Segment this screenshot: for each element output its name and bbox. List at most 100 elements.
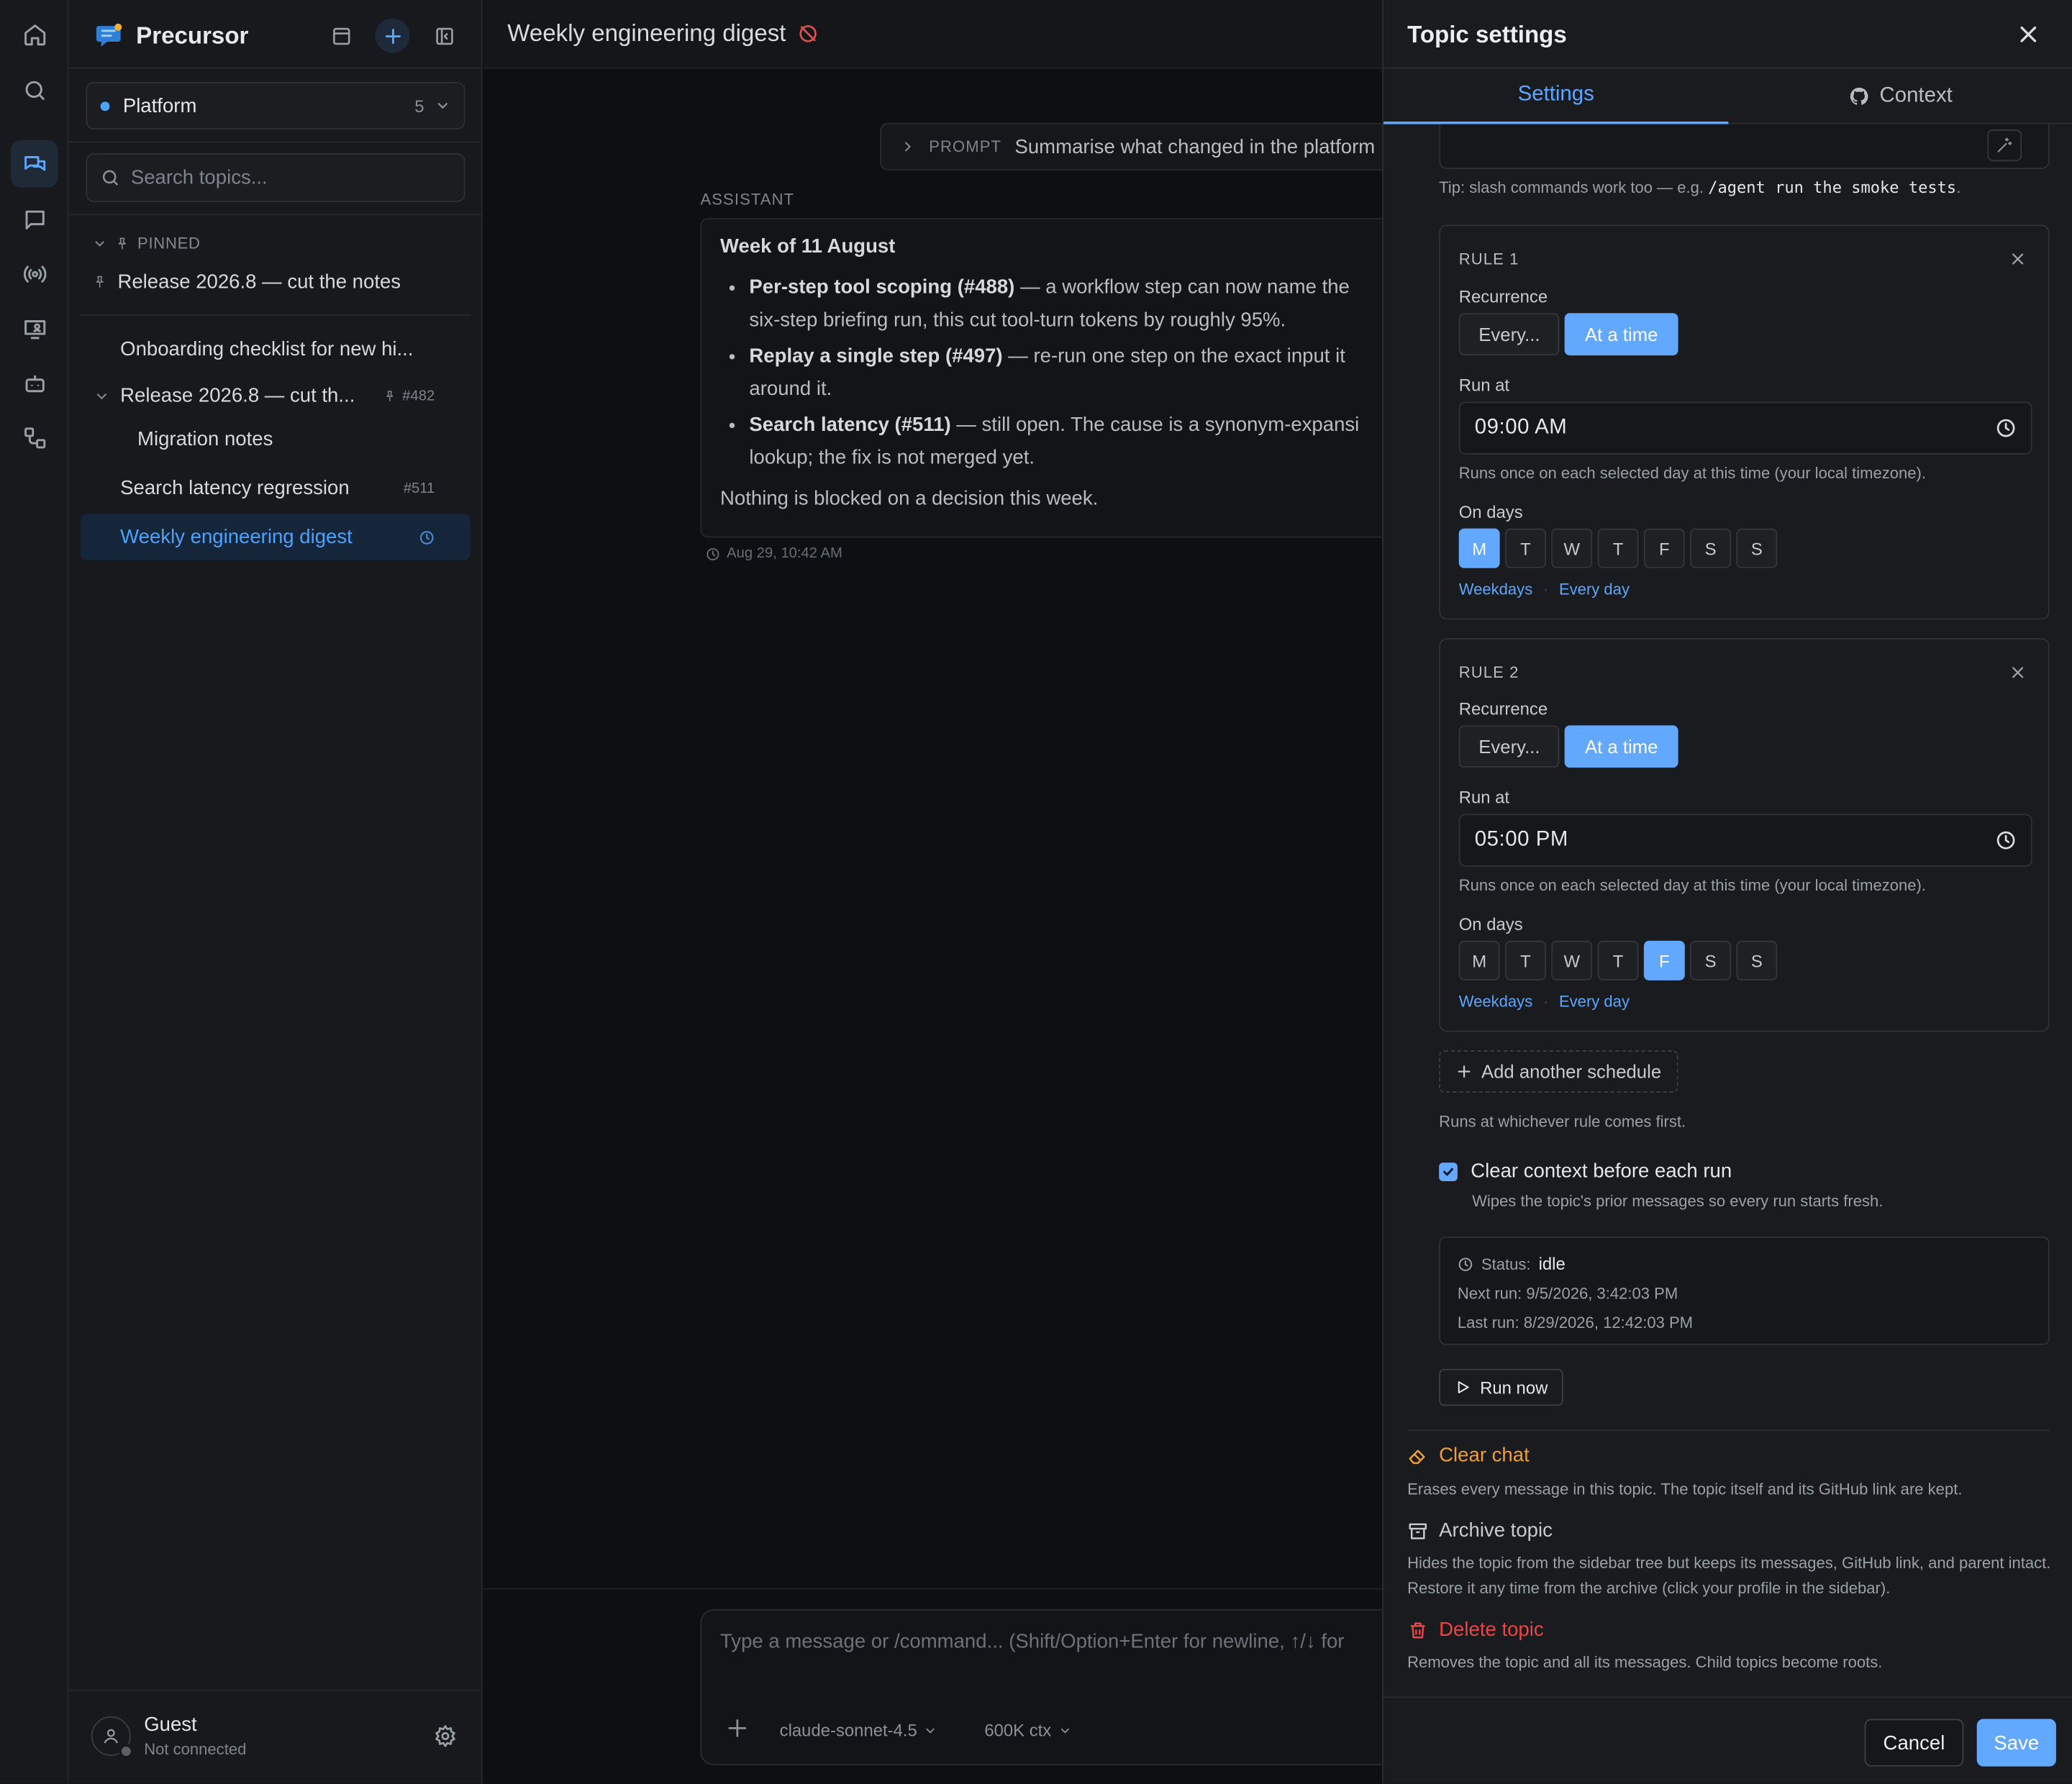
prompt-label: PROMPT xyxy=(929,137,1002,156)
workspace-select[interactable]: Platform 5 xyxy=(86,81,465,129)
new-topic-button[interactable] xyxy=(375,18,410,53)
status-row: Status: idle xyxy=(1458,1254,1566,1274)
broadcast-icon[interactable] xyxy=(11,250,58,297)
issue-tag: #511 xyxy=(403,480,435,496)
message-icon[interactable] xyxy=(11,196,58,243)
clear-chat-button[interactable]: Clear chat xyxy=(1407,1444,1530,1467)
bot-icon[interactable] xyxy=(11,360,58,407)
tab-context[interactable]: Context xyxy=(1728,69,2072,124)
day-wednesday[interactable]: W xyxy=(1551,528,1593,568)
clock-icon[interactable] xyxy=(1995,417,2016,438)
day-saturday[interactable]: S xyxy=(1690,940,1732,980)
workspace-name: Platform xyxy=(122,94,197,117)
user-profile[interactable]: Guest Not connected xyxy=(91,1714,247,1759)
every-option[interactable]: Every... xyxy=(1458,725,1560,768)
search-input[interactable] xyxy=(130,166,451,189)
chevron-down-icon xyxy=(1058,1724,1071,1737)
topic-item[interactable]: Weekly engineering digest xyxy=(120,526,435,548)
topic-label: Weekly engineering digest xyxy=(120,526,353,549)
workspace-dot xyxy=(100,101,110,111)
clock-icon[interactable] xyxy=(1995,829,2016,850)
day-friday[interactable]: F xyxy=(1643,940,1685,980)
plus-icon[interactable] xyxy=(725,1716,749,1740)
day-monday[interactable]: M xyxy=(1458,940,1500,980)
gear-icon[interactable] xyxy=(433,1724,457,1748)
collapse-sidebar-icon[interactable] xyxy=(427,19,461,53)
weekdays-link[interactable]: Weekdays xyxy=(1459,992,1533,1011)
time-input[interactable]: 05:00 PM xyxy=(1458,814,2032,867)
model-select[interactable]: claude-sonnet-4.5 xyxy=(780,1720,937,1740)
message-composer[interactable]: Type a message or /command... (Shift/Opt… xyxy=(700,1609,1414,1765)
home-icon[interactable] xyxy=(11,11,58,58)
day-saturday[interactable]: S xyxy=(1690,528,1732,568)
day-sunday[interactable]: S xyxy=(1736,528,1778,568)
day-tuesday[interactable]: T xyxy=(1505,940,1546,980)
close-icon[interactable] xyxy=(2015,21,2042,47)
topic-item[interactable]: Release 2026.8 — cut th... #482 xyxy=(94,384,435,407)
layout-icon[interactable] xyxy=(324,19,358,53)
topic-item[interactable]: Onboarding checklist for new hi... xyxy=(120,338,437,360)
at-time-option[interactable]: At a time xyxy=(1565,313,1678,356)
close-icon[interactable] xyxy=(2009,663,2027,682)
context-select[interactable]: 600K ctx xyxy=(984,1720,1071,1740)
every-day-link[interactable]: Every day xyxy=(1559,992,1630,1011)
at-time-option[interactable]: At a time xyxy=(1565,725,1678,768)
clear-context-checkbox[interactable]: Clear context before each run xyxy=(1439,1160,1732,1183)
chevron-down-icon xyxy=(924,1724,937,1737)
day-friday[interactable]: F xyxy=(1643,528,1685,568)
day-wednesday[interactable]: W xyxy=(1551,940,1593,980)
pinned-header[interactable]: PINNED xyxy=(93,234,201,252)
topic-search[interactable] xyxy=(86,153,465,203)
chevron-down-icon[interactable] xyxy=(94,388,109,404)
cancel-button[interactable]: Cancel xyxy=(1864,1719,1964,1767)
every-option[interactable]: Every... xyxy=(1458,313,1560,356)
recurrence-toggle: Every... At a time xyxy=(1458,313,1678,356)
topic-item[interactable]: Migration notes xyxy=(137,428,273,450)
pin-icon xyxy=(115,236,130,250)
assistant-label: ASSISTANT xyxy=(700,190,795,209)
nav-rail xyxy=(0,0,69,1784)
every-day-link[interactable]: Every day xyxy=(1559,580,1630,599)
clear-context-hint: Wipes the topic's prior messages so ever… xyxy=(1472,1191,1884,1211)
chat-icon[interactable] xyxy=(10,140,58,188)
search-icon[interactable] xyxy=(11,66,58,114)
workflow-icon[interactable] xyxy=(11,414,58,461)
day-thursday[interactable]: T xyxy=(1597,940,1639,980)
tab-settings[interactable]: Settings xyxy=(1383,69,1729,124)
prompt-collapsible[interactable]: PROMPT Summarise what changed in the pla… xyxy=(880,122,1409,170)
weekdays-link[interactable]: Weekdays xyxy=(1459,580,1533,599)
day-picker: M T W T F S S xyxy=(1458,528,1778,568)
day-thursday[interactable]: T xyxy=(1597,528,1639,568)
rule-title: RULE 1 xyxy=(1458,250,1519,268)
brand[interactable]: Precursor xyxy=(95,19,248,53)
archive-topic-button[interactable]: Archive topic xyxy=(1407,1519,1553,1542)
checkbox[interactable] xyxy=(1439,1162,1458,1181)
save-button[interactable]: Save xyxy=(1976,1719,2056,1767)
day-tuesday[interactable]: T xyxy=(1505,528,1546,568)
composer-placeholder[interactable]: Type a message or /command... (Shift/Opt… xyxy=(720,1630,1344,1652)
day-sunday[interactable]: S xyxy=(1736,940,1778,980)
github-unlinked-icon[interactable] xyxy=(796,22,819,45)
presence-dot xyxy=(119,1744,134,1759)
run-now-button[interactable]: Run now xyxy=(1439,1368,1564,1406)
close-icon[interactable] xyxy=(2009,250,2027,268)
status-badge: idle xyxy=(1538,1254,1566,1274)
delete-topic-button[interactable]: Delete topic xyxy=(1407,1619,1544,1641)
magic-wand-icon[interactable] xyxy=(1987,129,2022,162)
topic-item[interactable]: Search latency regression #511 xyxy=(120,477,435,499)
clock-icon xyxy=(706,546,720,560)
add-schedule-button[interactable]: Add another schedule xyxy=(1439,1050,1679,1093)
monitor-user-icon[interactable] xyxy=(11,305,58,352)
prompt-textarea[interactable] xyxy=(1439,124,2050,170)
user-status: Not connected xyxy=(144,1739,247,1759)
pinned-topic[interactable]: Release 2026.8 — cut the notes xyxy=(93,271,401,293)
recurrence-label: Recurrence xyxy=(1458,286,1548,307)
day-monday[interactable]: M xyxy=(1458,528,1500,568)
message-bullet: Replay a single step (#497) — re-run one… xyxy=(749,340,1381,406)
panel-body: Tip: slash commands work too — e.g. /age… xyxy=(1383,124,2072,1697)
time-input[interactable]: 09:00 AM xyxy=(1458,401,2032,455)
user-icon xyxy=(104,1729,118,1744)
time-hint: Runs once on each selected day at this t… xyxy=(1458,463,1927,483)
pinned-label: PINNED xyxy=(137,234,201,252)
schedule-note: Runs at whichever rule comes first. xyxy=(1439,1112,1686,1132)
